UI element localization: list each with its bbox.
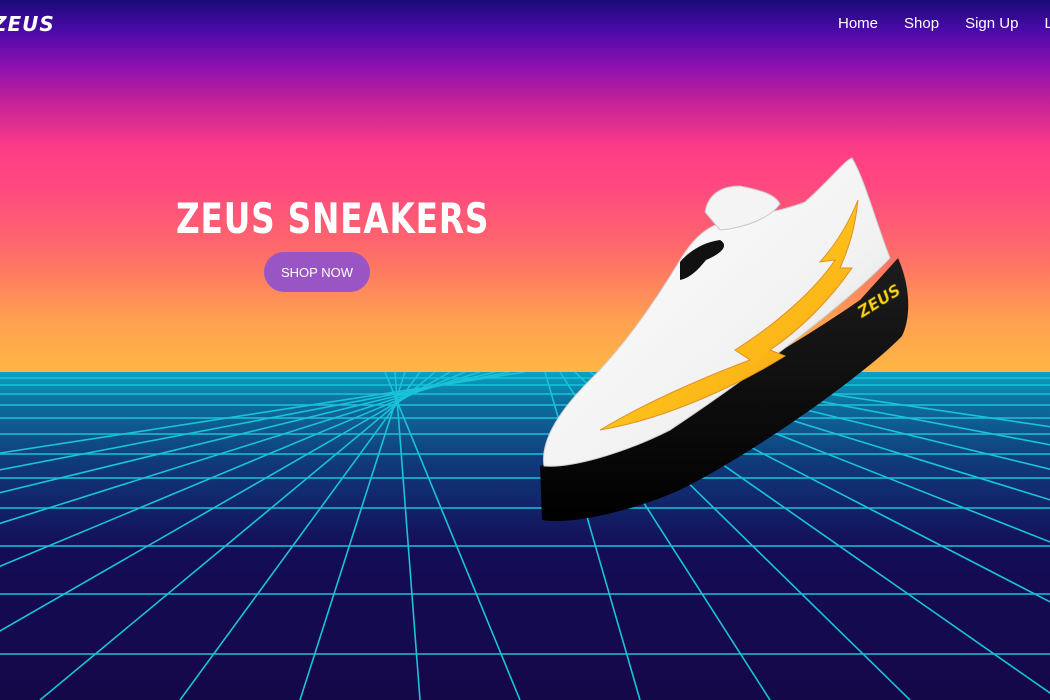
nav-shop-link[interactable]: Shop xyxy=(904,15,939,32)
shop-now-button[interactable]: SHOP NOW xyxy=(264,252,370,292)
nav-home-link[interactable]: Home xyxy=(838,15,878,32)
hero-title: ZEUS SNEAKERS xyxy=(176,194,490,243)
brand-logo[interactable]: ZEUS xyxy=(0,12,55,36)
top-nav: Home Shop Sign Up Lo xyxy=(838,15,1050,32)
sneaker-3d-image[interactable]: ZEUS xyxy=(530,150,930,540)
nav-login-link[interactable]: Lo xyxy=(1044,15,1050,32)
nav-signup-link[interactable]: Sign Up xyxy=(965,15,1018,32)
